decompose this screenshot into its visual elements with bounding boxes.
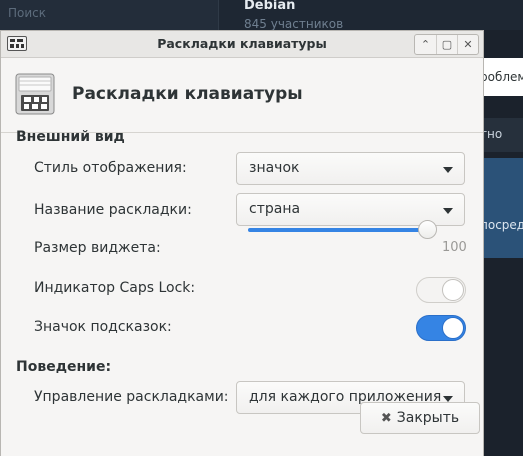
tooltip-icon-toggle[interactable] [416, 315, 466, 341]
layout-management-label: Управление раскладками: [34, 389, 229, 405]
close-button-label: Закрыть [396, 410, 460, 426]
appearance-section-title: Внешний вид [16, 129, 125, 145]
toggle-knob [442, 317, 464, 339]
message-bubble [480, 158, 523, 258]
slider-handle[interactable] [418, 220, 437, 239]
message-snippet: тно [480, 127, 503, 141]
display-style-label: Стиль отображения: [34, 160, 187, 176]
widget-size-slider[interactable] [248, 218, 438, 242]
dialog-heading: Раскладки клавиатуры [72, 84, 303, 104]
chat-search-input[interactable]: Поиск [8, 6, 46, 20]
window-controls: ⌃ ▢ ✕ [414, 34, 479, 55]
maximize-button[interactable]: ▢ [436, 35, 457, 54]
shade-button[interactable]: ⌃ [415, 35, 436, 54]
dialog-header: Раскладки клавиатуры [1, 58, 483, 133]
message-snippet: посред [480, 218, 523, 232]
toggle-knob [442, 279, 464, 301]
message-snippet: роблем [480, 70, 523, 84]
window-titlebar[interactable]: Раскладки клавиатуры ⌃ ▢ ✕ [1, 31, 483, 58]
caps-lock-toggle[interactable] [416, 277, 466, 303]
tooltip-icon-label: Значок подсказок: [34, 319, 172, 335]
chat-title: Debian [244, 0, 296, 13]
slider-track [248, 228, 428, 232]
keyboard-layouts-dialog: Раскладки клавиатуры ⌃ ▢ ✕ Раскладки кла… [0, 30, 484, 456]
dropdown-arrow-icon [443, 208, 453, 214]
maximize-icon: ▢ [441, 38, 453, 51]
chevron-up-icon: ⌃ [420, 38, 431, 51]
chat-subtitle: 845 участников [244, 17, 344, 31]
close-window-button[interactable]: ✕ [457, 35, 478, 54]
close-button[interactable]: ✖ Закрыть [360, 402, 480, 434]
dropdown-arrow-icon [443, 167, 453, 173]
keyboard-layout-icon [15, 73, 55, 115]
display-style-value: значок [249, 160, 300, 176]
close-icon: ✕ [463, 38, 473, 51]
widget-size-label: Размер виджета: [34, 240, 161, 256]
layout-name-value: страна [249, 201, 301, 217]
display-style-dropdown[interactable]: значок [236, 152, 465, 185]
widget-size-value: 100 [442, 240, 467, 255]
close-icon: ✖ [380, 410, 392, 426]
caps-lock-label: Индикатор Caps Lock: [34, 280, 196, 296]
layout-name-label: Название раскладки: [34, 202, 192, 218]
window-title: Раскладки клавиатуры [157, 36, 327, 51]
behavior-section-title: Поведение: [16, 359, 112, 375]
